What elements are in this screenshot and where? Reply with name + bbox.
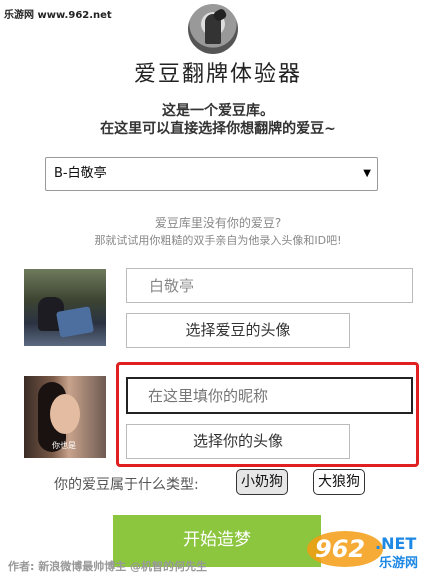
idol-avatar-image — [24, 269, 106, 346]
logo-suffix: .NET — [375, 534, 416, 553]
site-logo: 962 .NET 乐游网 — [307, 531, 418, 571]
my-avatar-image: 你也是 — [24, 376, 106, 458]
nickname-input[interactable] — [126, 377, 413, 414]
author-credit: 作者: 新浪微博最帅博主 @机智的何先生 — [8, 560, 208, 573]
intro-line-2: 在这里可以直接选择你想翻牌的爱豆~ — [100, 121, 336, 137]
page-title: 爱豆翻牌体验器 — [133, 62, 302, 87]
type-question-label: 你的爱豆属于什么类型: — [54, 477, 199, 493]
author-avatar — [188, 4, 238, 54]
idol-select[interactable]: B-白敬亭 ▼ — [45, 157, 378, 191]
intro-line-1: 这是一个爱豆库。 — [162, 103, 274, 119]
dropdown-arrow-icon: ▼ — [363, 168, 371, 179]
idol-name-input[interactable] — [126, 268, 413, 303]
idol-select-value: B-白敬亭 — [54, 166, 107, 181]
type-option-puppy[interactable]: 小奶狗 — [236, 469, 288, 495]
hint-line-2: 那就试试用你粗糙的双手亲自为他录入头像和ID吧! — [94, 234, 342, 247]
type-option-wolf[interactable]: 大狼狗 — [313, 469, 365, 495]
logo-brand: 乐游网 — [379, 555, 418, 571]
choose-idol-avatar-button[interactable]: 选择爱豆的头像 — [126, 313, 350, 348]
choose-my-avatar-button[interactable]: 选择你的头像 — [126, 424, 350, 459]
logo-number: 962 — [315, 535, 365, 563]
hint-line-1: 爱豆库里没有你的爱豆? — [154, 216, 282, 230]
watermark-top: 乐游网 www.962.net — [4, 10, 112, 21]
photo-caption: 你也是 — [52, 441, 76, 450]
